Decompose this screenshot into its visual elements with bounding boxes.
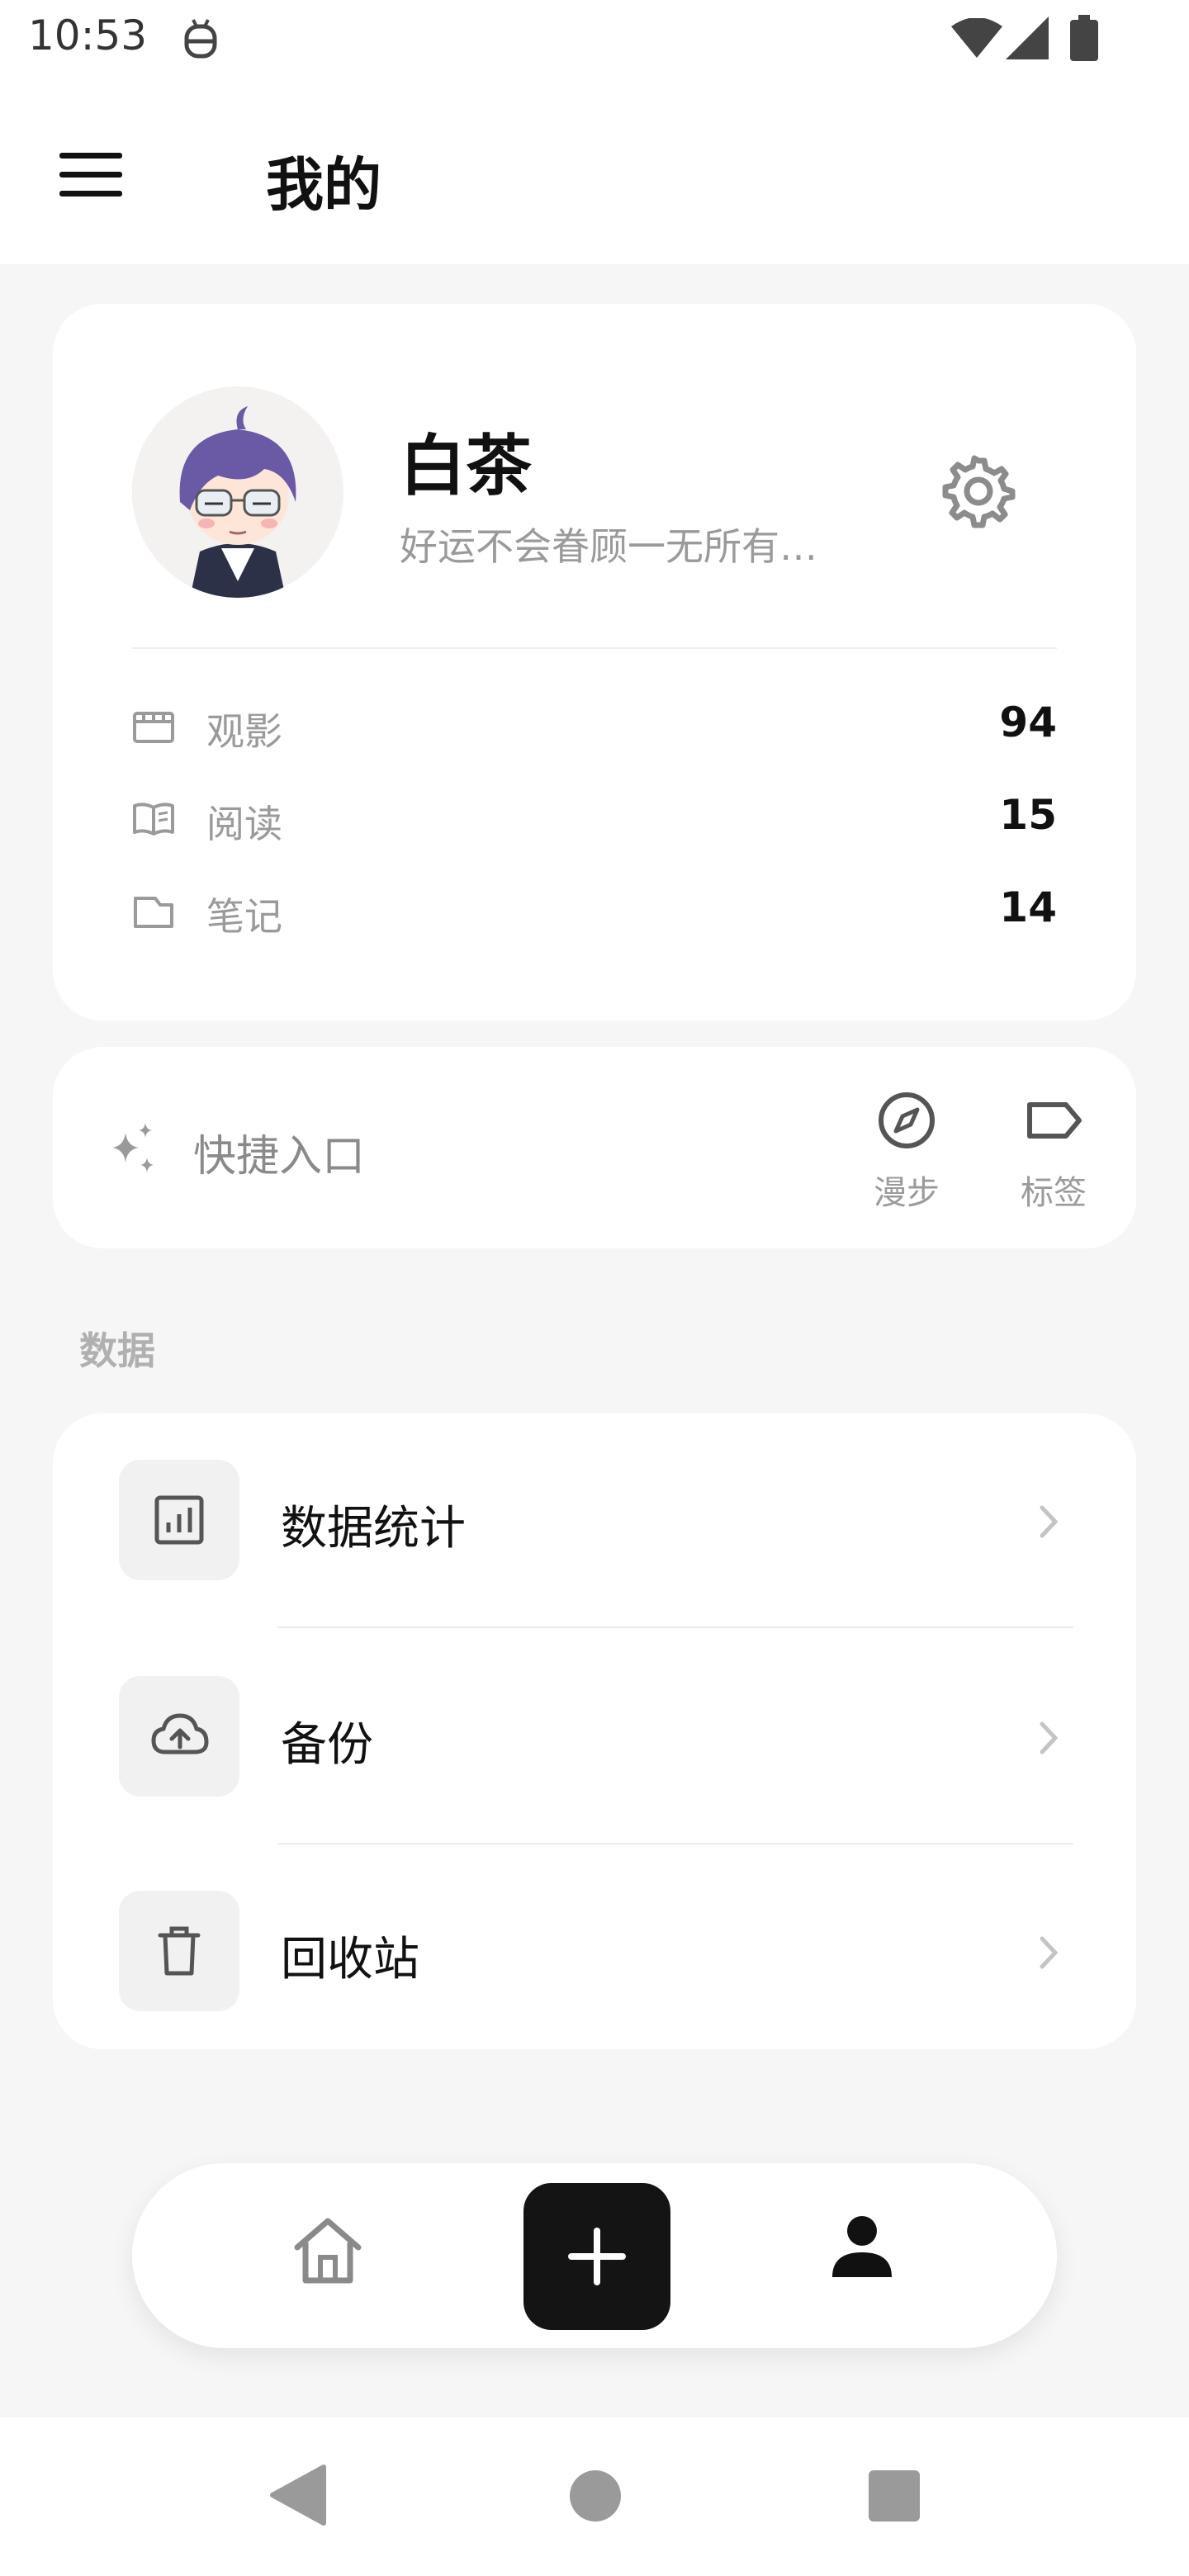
stat-row-movies[interactable]: 观影 94: [132, 694, 1057, 760]
avatar[interactable]: [132, 386, 343, 598]
stat-label: 观影: [206, 709, 282, 754]
cloud-upload-icon: [151, 1713, 209, 1754]
quick-item-label: 漫步: [874, 1174, 940, 1212]
list-divider: [277, 1627, 1073, 1628]
note-icon: [134, 897, 173, 928]
trash-icon: [158, 1926, 201, 1976]
home-icon[interactable]: [291, 2213, 365, 2287]
tag-icon: [1027, 1102, 1082, 1139]
section-title-data: 数据: [79, 1328, 155, 1373]
recents-nav-button[interactable]: [869, 2470, 920, 2522]
quick-item-tags[interactable]: 标签: [1004, 1090, 1103, 1222]
list-item-label: 数据统计: [281, 1502, 466, 1556]
plus-icon: [568, 2228, 626, 2285]
clapperboard-icon: [133, 712, 174, 743]
person-icon[interactable]: [826, 2209, 898, 2282]
stat-value: 14: [999, 883, 1057, 931]
profile-name: 白茶: [400, 428, 532, 504]
battery-icon: [1070, 15, 1098, 61]
list-item-statistics[interactable]: 数据统计: [119, 1460, 1077, 1584]
back-icon[interactable]: [266, 2462, 329, 2528]
avatar-illustration: [179, 406, 296, 598]
book-icon: [133, 803, 174, 836]
profile-bio: 好运不会眷顾一无所有…: [400, 524, 817, 569]
page-title: 我的: [266, 151, 381, 219]
debug-icon: [184, 19, 217, 59]
list-item-label: 回收站: [281, 1933, 419, 1986]
list-icon-box: [119, 1460, 239, 1580]
list-item-backup[interactable]: 备份: [119, 1676, 1077, 1800]
profile-divider: [132, 647, 1057, 649]
menu-icon[interactable]: [59, 153, 122, 197]
chevron-right-icon: [1040, 1936, 1059, 1969]
stat-label: 笔记: [206, 894, 282, 939]
list-divider: [277, 1843, 1073, 1844]
quick-access-label: 快捷入口: [193, 1132, 366, 1181]
gear-icon[interactable]: [941, 454, 1016, 528]
status-time: 10:53: [28, 12, 148, 59]
stat-row-notes[interactable]: 笔记 14: [132, 878, 1057, 945]
list-icon-box: [119, 1891, 239, 2011]
sparkle-icon: [112, 1123, 154, 1172]
quick-item-wander[interactable]: 漫步: [857, 1090, 956, 1222]
stat-value: 94: [999, 698, 1057, 746]
chevron-right-icon: [1040, 1505, 1059, 1538]
quick-item-label: 标签: [1021, 1174, 1087, 1212]
list-item-label: 备份: [281, 1718, 373, 1772]
add-button[interactable]: [523, 2183, 670, 2330]
chevron-right-icon: [1040, 1721, 1059, 1754]
list-icon-box: [119, 1676, 239, 1797]
stat-value: 15: [999, 791, 1057, 839]
home-nav-button[interactable]: [570, 2470, 621, 2522]
bar-chart-icon: [154, 1495, 204, 1545]
signal-icon: [1006, 17, 1049, 59]
wifi-icon: [951, 18, 1002, 58]
compass-icon: [879, 1092, 935, 1148]
stat-label: 阅读: [206, 802, 282, 846]
stat-row-reading[interactable]: 阅读 15: [132, 786, 1057, 852]
list-item-recycle-bin[interactable]: 回收站: [119, 1891, 1077, 2015]
app-bar: [0, 83, 1189, 264]
